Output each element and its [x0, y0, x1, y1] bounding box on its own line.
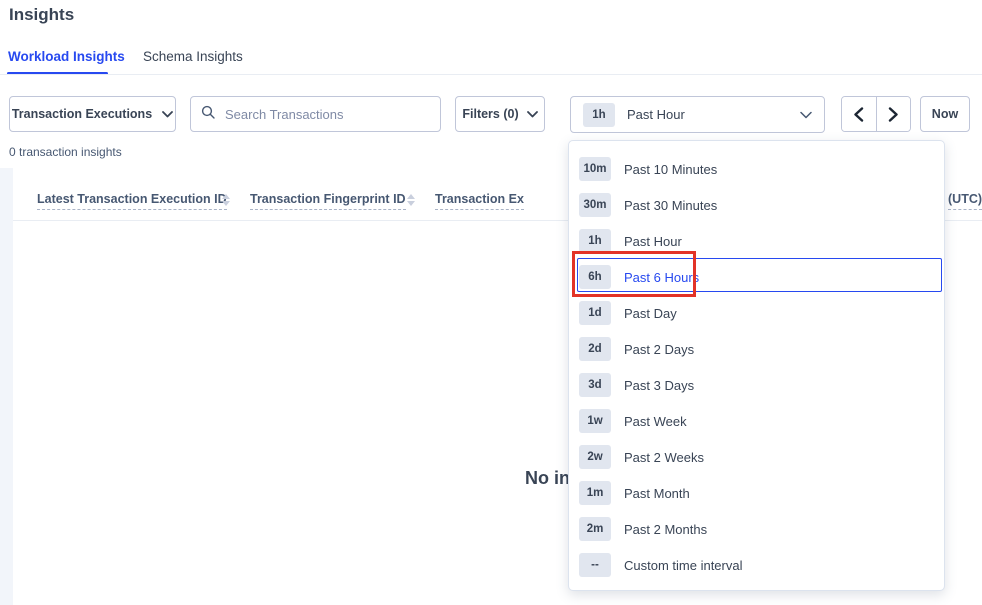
sort-icon[interactable] [407, 194, 415, 206]
column-header-start-time-utc[interactable]: (UTC) [948, 192, 982, 210]
menu-item-past-month[interactable]: 1m Past Month [569, 475, 944, 511]
workload-type-label: Transaction Executions [12, 107, 152, 121]
column-header-transaction-execution[interactable]: Transaction Ex [435, 192, 524, 210]
previous-interval-button[interactable] [842, 97, 877, 131]
next-interval-button[interactable] [877, 97, 911, 131]
menu-item-custom-time-interval[interactable]: -- Custom time interval [569, 547, 944, 583]
page-title: Insights [9, 5, 74, 25]
chevron-down-icon [162, 107, 173, 121]
menu-item-past-week[interactable]: 1w Past Week [569, 403, 944, 439]
search-input[interactable] [223, 106, 430, 123]
menu-item-past-day[interactable]: 1d Past Day [569, 295, 944, 331]
now-button[interactable]: Now [920, 96, 970, 132]
time-interval-badge: 1h [583, 103, 615, 127]
time-interval-dropdown-button[interactable]: 1h Past Hour [570, 96, 825, 133]
table-left-gutter [0, 168, 13, 605]
sort-icon[interactable] [222, 194, 230, 206]
tabbar-divider [0, 74, 982, 75]
chevron-down-icon [800, 106, 812, 124]
time-interval-dropdown-menu: 10m Past 10 Minutes 30m Past 30 Minutes … [568, 140, 945, 591]
menu-item-past-hour[interactable]: 1h Past Hour [569, 223, 944, 259]
time-nav-group [841, 96, 911, 132]
chevron-down-icon [527, 107, 538, 121]
filters-button[interactable]: Filters (0) [455, 96, 545, 132]
filters-label: Filters (0) [462, 107, 518, 121]
menu-item-past-2-days[interactable]: 2d Past 2 Days [569, 331, 944, 367]
menu-item-past-2-weeks[interactable]: 2w Past 2 Weeks [569, 439, 944, 475]
column-header-transaction-fingerprint-id[interactable]: Transaction Fingerprint ID [250, 192, 406, 210]
menu-item-past-2-months[interactable]: 2m Past 2 Months [569, 511, 944, 547]
workload-type-dropdown-button[interactable]: Transaction Executions [9, 96, 176, 132]
tab-schema-insights[interactable]: Schema Insights [143, 49, 243, 64]
search-icon [201, 105, 215, 124]
search-box[interactable] [190, 96, 441, 132]
menu-item-past-10-minutes[interactable]: 10m Past 10 Minutes [569, 151, 944, 187]
menu-item-past-6-hours[interactable]: 6h Past 6 Hours [569, 259, 944, 295]
menu-item-past-30-minutes[interactable]: 30m Past 30 Minutes [569, 187, 944, 223]
column-header-latest-transaction-execution-id[interactable]: Latest Transaction Execution ID [37, 192, 227, 210]
menu-item-past-3-days[interactable]: 3d Past 3 Days [569, 367, 944, 403]
tab-workload-insights[interactable]: Workload Insights [8, 49, 125, 64]
insights-count: 0 transaction insights [9, 145, 122, 159]
time-interval-label: Past Hour [627, 107, 685, 122]
insights-page: Insights Workload Insights Schema Insigh… [0, 0, 982, 605]
